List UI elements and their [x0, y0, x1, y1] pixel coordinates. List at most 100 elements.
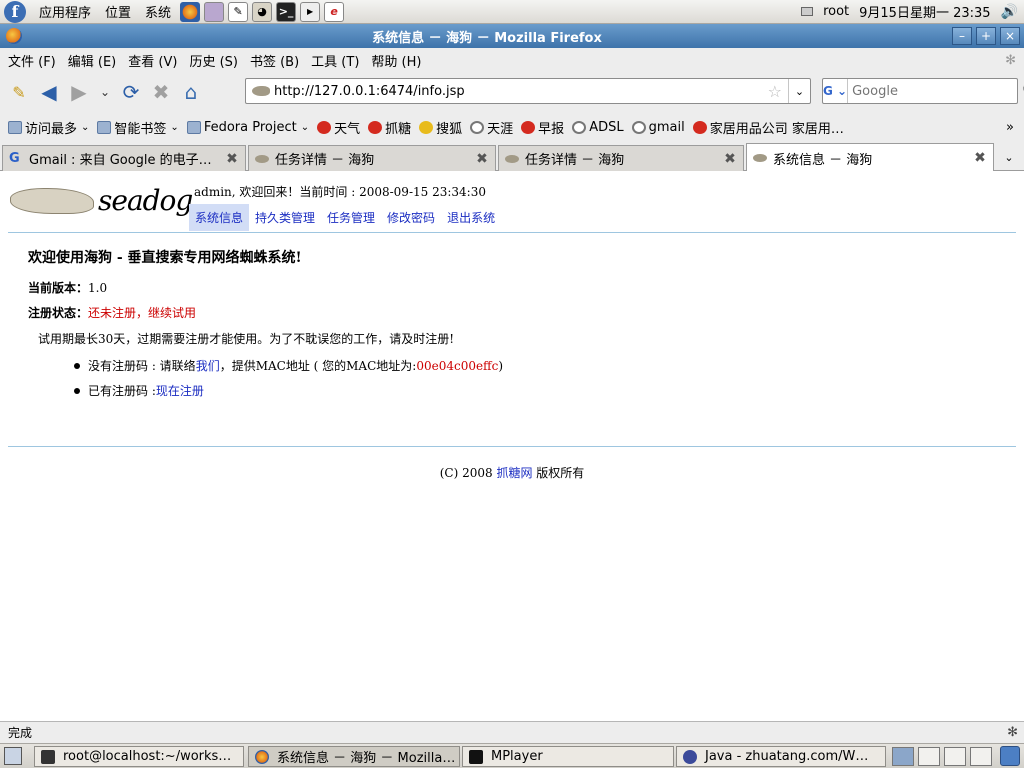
navigation-toolbar: ✎ ◀ ▶ ⌄ ⟳ ✖ ⌂ ☆ ⌄ G ⌄ 🔍: [0, 72, 1024, 112]
bookmark-label: 访问最多: [25, 121, 78, 137]
url-dropdown-icon[interactable]: ⌄: [788, 79, 810, 103]
panel-user-icon: [801, 7, 814, 16]
mplayer-launcher-icon[interactable]: ▶: [300, 1, 321, 22]
bookmark-zaobao[interactable]: 早报: [517, 118, 568, 137]
bookmark-fedora-project[interactable]: Fedora Project ⌄: [183, 120, 313, 135]
home-button[interactable]: ⌂: [176, 77, 206, 107]
menu-help[interactable]: 帮助 (H): [365, 51, 427, 70]
bookmarks-overflow-button[interactable]: »: [1002, 120, 1024, 135]
status-bar: 完成 ✻: [0, 721, 1024, 743]
tab-task-detail-1[interactable]: 任务详情 － 海狗 ✖: [248, 145, 496, 171]
menu-tools[interactable]: 工具 (T): [305, 51, 365, 70]
bookmark-zhuatang[interactable]: 抓糖: [364, 118, 415, 137]
panel-menu-applications[interactable]: 应用程序: [32, 2, 98, 21]
close-tab-icon[interactable]: ✖: [473, 151, 491, 167]
task-terminal[interactable]: root@localhost:~/works…: [34, 746, 244, 767]
pidgin-launcher-icon[interactable]: [204, 1, 225, 22]
web-feed-icon[interactable]: ✎: [4, 77, 34, 107]
list-item: 没有注册码 : 请联络 我们 ，提供MAC地址 ( 您的MAC地址为: 00e04c…: [74, 357, 503, 374]
back-button[interactable]: ◀: [34, 77, 64, 107]
maximize-button[interactable]: +: [976, 27, 996, 45]
nav-persistent-class-management[interactable]: 持久类管理: [249, 204, 321, 231]
panel-clock[interactable]: 9月15日星期一 23:35: [859, 2, 990, 21]
bookmark-star-icon[interactable]: ☆: [768, 82, 782, 101]
search-input[interactable]: [848, 83, 1023, 99]
forward-button[interactable]: ▶: [64, 77, 94, 107]
task-mplayer[interactable]: MPlayer: [462, 746, 674, 767]
search-engine-selector[interactable]: G ⌄: [823, 79, 849, 103]
bookmark-weather[interactable]: 天气: [313, 118, 364, 137]
resize-grip-icon[interactable]: ✻: [1007, 725, 1018, 740]
firefox-launcher-icon[interactable]: [180, 1, 201, 22]
workspace-3[interactable]: [944, 747, 966, 766]
bookmark-adsl[interactable]: ADSL: [568, 120, 627, 135]
menu-file[interactable]: 文件 (F): [2, 51, 62, 70]
nav-logout[interactable]: 退出系统: [441, 204, 501, 231]
tab-system-info[interactable]: 系统信息 － 海狗 ✖: [746, 143, 994, 172]
contact-us-link[interactable]: 我们: [196, 357, 220, 374]
workspace-4[interactable]: [970, 747, 992, 766]
seal-site-icon: [252, 86, 270, 96]
globe-icon: [631, 120, 646, 134]
gimp-launcher-icon[interactable]: ◕: [252, 1, 273, 22]
volume-icon[interactable]: 🔊: [1001, 4, 1018, 20]
history-dropdown-icon[interactable]: ⌄: [94, 77, 116, 107]
close-tab-icon[interactable]: ✖: [721, 151, 739, 167]
footer-prefix: (C) 2008: [439, 466, 497, 480]
workspace-2[interactable]: [918, 747, 940, 766]
bookmark-most-visited[interactable]: 访问最多 ⌄: [4, 118, 93, 137]
weather-icon: [317, 120, 332, 134]
bookmark-label: gmail: [648, 119, 685, 135]
close-tab-icon[interactable]: ✖: [223, 151, 241, 167]
task-firefox[interactable]: 系统信息 － 海狗 － Mozilla…: [248, 746, 460, 767]
show-desktop-icon[interactable]: [4, 747, 22, 765]
bookmark-tianya[interactable]: 天涯: [466, 118, 517, 137]
tab-task-detail-2[interactable]: 任务详情 － 海狗 ✖: [498, 145, 744, 171]
bookmark-gmail[interactable]: gmail: [628, 120, 689, 135]
terminal-launcher-icon[interactable]: >_: [276, 1, 297, 22]
header-divider: [8, 232, 1016, 233]
url-bar[interactable]: ☆ ⌄: [245, 78, 811, 104]
tab-list-dropdown-icon[interactable]: ⌄: [998, 148, 1020, 168]
panel-menu-places[interactable]: 位置: [98, 2, 138, 21]
menu-bookmarks[interactable]: 书签 (B): [244, 51, 305, 70]
task-label: MPlayer: [491, 749, 543, 764]
eclipse-launcher-icon[interactable]: e: [324, 1, 345, 22]
throbber-icon: ✻: [1005, 52, 1016, 68]
registration-label: 注册状态：: [28, 306, 89, 320]
menu-view[interactable]: 查看 (V): [122, 51, 183, 70]
menubar: 文件 (F) 编辑 (E) 查看 (V) 历史 (S) 书签 (B) 工具 (T…: [0, 48, 1024, 72]
nav-task-management[interactable]: 任务管理: [321, 204, 381, 231]
menu-history[interactable]: 历史 (S): [183, 51, 244, 70]
bookmark-home-shop[interactable]: 家居用品公司 家居用…: [689, 118, 848, 137]
close-window-button[interactable]: ×: [1000, 27, 1020, 45]
stop-button[interactable]: ✖: [146, 77, 176, 107]
bookmark-smart-bookmarks[interactable]: 智能书签 ⌄: [93, 118, 182, 137]
trash-icon[interactable]: [1000, 746, 1020, 766]
menu-edit[interactable]: 编辑 (E): [62, 51, 123, 70]
nav-system-info[interactable]: 系统信息: [189, 204, 250, 231]
top-panel: f 应用程序 位置 系统 ✎ ◕ >_ ▶ e root 9月15日星期一 23…: [0, 0, 1024, 24]
tab-gmail[interactable]: G Gmail : 来自 Google 的电子… ✖: [2, 145, 246, 171]
text-editor-launcher-icon[interactable]: ✎: [228, 1, 249, 22]
nav-change-password[interactable]: 修改密码: [381, 204, 441, 231]
minimize-button[interactable]: –: [952, 27, 972, 45]
search-bar[interactable]: G ⌄ 🔍: [822, 78, 1024, 104]
seal-favicon-icon: [255, 154, 269, 163]
folder-icon: [186, 120, 201, 134]
task-java-eclipse[interactable]: Java - zhuatang.com/W…: [676, 746, 886, 767]
tab-bar: G Gmail : 来自 Google 的电子… ✖ 任务详情 － 海狗 ✖ 任…: [0, 142, 1024, 172]
panel-user[interactable]: root: [823, 4, 849, 19]
reload-button[interactable]: ⟳: [116, 77, 146, 107]
zhuatang-link[interactable]: 抓糖网: [496, 466, 532, 480]
fedora-logo-icon[interactable]: f: [4, 0, 26, 23]
firefox-window-icon[interactable]: [6, 28, 22, 44]
firefox-icon: [255, 749, 269, 764]
panel-menu-system[interactable]: 系统: [138, 2, 178, 21]
url-input[interactable]: [270, 83, 768, 99]
window-title: 系统信息 － 海狗 － Mozilla Firefox: [372, 30, 602, 46]
workspace-1[interactable]: [892, 747, 914, 766]
bookmark-sohu[interactable]: 搜狐: [415, 118, 466, 137]
close-tab-icon[interactable]: ✖: [971, 150, 989, 166]
register-now-link[interactable]: 现在注册: [156, 382, 204, 399]
